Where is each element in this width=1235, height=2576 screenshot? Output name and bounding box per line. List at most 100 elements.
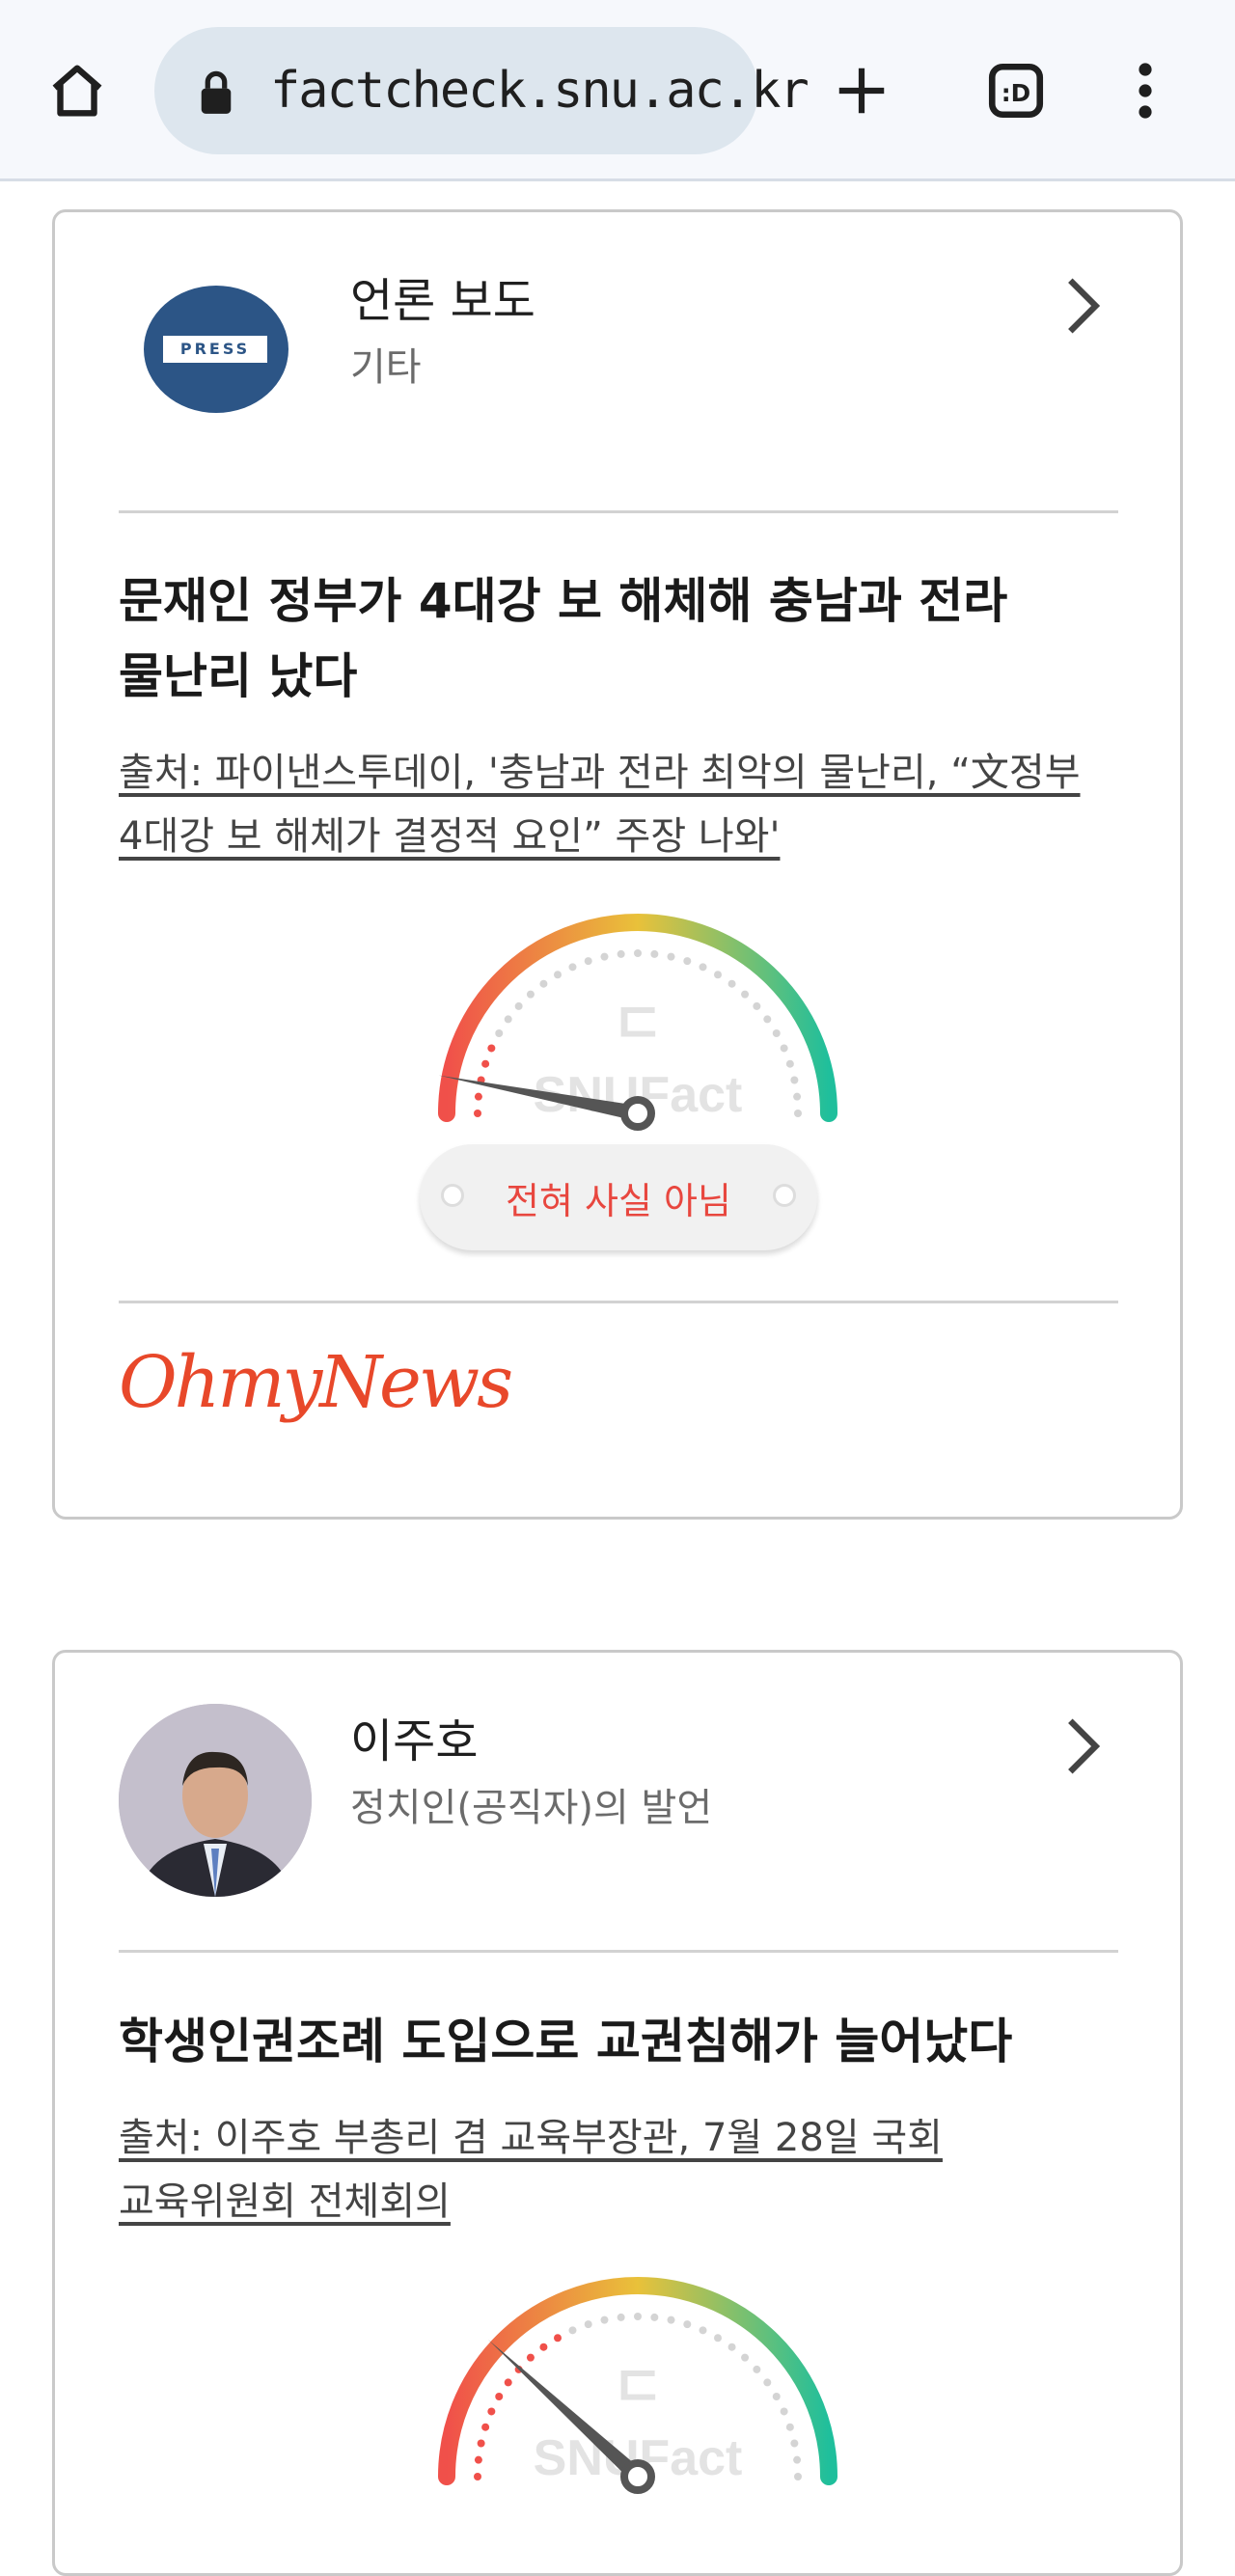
source-line: 출처: 파이낸스투데이, '충남과 전라 최악의 물난리, “文정부 [119,751,1081,795]
gauge-dot [584,957,592,966]
gauge-dot [785,1059,794,1068]
gauge-dot [667,2316,675,2324]
plus-icon [838,68,885,114]
pill-dot [441,1184,464,1207]
gauge-dot [568,963,577,972]
divider [119,1950,1118,1953]
source-link[interactable]: 출처: 이주호 부총리 겸 교육부장관, 7월 28일 국회 교육위원회 전체회… [119,2106,1122,2233]
source-line: 4대강 보 해체가 결정적 요인” 주장 나와' [119,814,781,859]
gauge-logo-mark: ㄷ [611,2354,664,2422]
gauge-dot [650,2313,659,2321]
gauge-dot [600,952,609,961]
gauge-dot [474,1092,482,1101]
gauge-dot [495,2393,504,2400]
gauge-dot [477,2439,485,2448]
source-link[interactable]: 출처: 파이낸스투데이, '충남과 전라 최악의 물난리, “文정부 4대강 보… [119,741,1122,868]
gauge-dot [794,2473,802,2480]
gauge-hub [620,2459,655,2494]
gauge-dot [514,1001,523,1010]
more-vert-icon [1139,63,1152,119]
source-line: 교육위원회 전체회의 [119,2179,451,2224]
gauge-dot [780,1044,788,1053]
home-icon [52,65,102,117]
gauge-dot [714,2334,722,2343]
truth-gauge: SNUFactㄷ [438,914,837,1131]
gauge-dot [753,2365,761,2373]
gauge-dot [699,2326,707,2335]
home-button[interactable] [29,42,125,139]
gauge-dot [474,2455,482,2464]
gauge-dot [793,2455,802,2464]
press-logo-label: PRESS [163,336,267,363]
chevron-right-icon[interactable] [1053,1713,1111,1780]
url-text: factcheck.snu.ac.kr [270,62,810,120]
gauge-dot [474,1110,481,1117]
browser-toolbar: factcheck.snu.ac.kr :D [0,0,1235,181]
gauge-dot [584,2320,592,2329]
gauge-dot [790,1076,799,1084]
gauge-dot [617,949,625,958]
gauge-dot [683,2320,692,2329]
tab-switcher-icon: :D [988,63,1044,119]
gauge-dot [487,1044,496,1053]
gauge-dot [753,1001,761,1010]
gauge-dot [727,979,736,988]
claim-title[interactable]: 학생인권조례 도입으로 교권침해가 늘어났다 [119,2004,1084,2079]
gauge-dot [481,1059,490,1068]
divider [119,1301,1118,1303]
claim-title[interactable]: 문재인 정부가 4대강 보 해체해 충남과 전라 물난리 났다 [119,563,1084,714]
gauge-dot [634,2313,642,2320]
gauge-dot [568,2326,577,2335]
gauge-dot [727,2343,736,2351]
gauge-dot [790,2439,799,2448]
gauge-dot [526,990,535,999]
gauge-dot [714,971,722,979]
claim-line: 학생인권조례 도입으로 교권침해가 늘어났다 [119,2014,1013,2069]
gauge-dot [763,1015,772,1024]
gauge-dot [504,1015,512,1024]
media-logo[interactable]: OhmyNews [119,1341,513,1424]
gauge-dot [793,1092,802,1101]
verdict-badge: 전혀 사실 아님 [420,1144,817,1250]
factcheck-card[interactable]: 이주호 정치인(공직자)의 발언 학생인권조례 도입으로 교권침해가 늘어났다 … [52,1650,1183,2576]
speaker-name[interactable]: 언론 보도 [350,262,535,330]
gauge-dot [780,2407,788,2416]
gauge-dot [741,2353,750,2362]
gauge-dot [683,957,692,966]
speaker-name[interactable]: 이주호 [350,1703,478,1770]
more-menu-button[interactable] [1097,42,1194,139]
chevron-right-icon[interactable] [1053,272,1111,340]
gauge-dot [763,2378,772,2387]
gauge-dot [600,2316,609,2324]
gauge-dot [650,949,659,958]
tab-switcher-button[interactable]: :D [968,42,1064,139]
gauge-dot [772,1029,781,1037]
lock-icon [201,70,232,114]
svg-text::D: :D [1002,79,1030,107]
gauge-dot [667,952,675,961]
gauge-dot [554,2334,562,2343]
gauge-dot [785,2423,794,2431]
pill-dot [773,1184,796,1207]
gauge-dot [495,1029,504,1037]
gauge-dot [487,2407,496,2416]
gauge-dot [617,2313,625,2321]
gauge-dot [554,971,562,979]
speaker-photo [119,1704,312,1897]
gauge-logo-mark: ㄷ [611,991,664,1058]
gauge-dot [474,2473,481,2480]
factcheck-card[interactable]: PRESS 언론 보도 기타 문재인 정부가 4대강 보 해체해 충남과 전라 … [52,209,1183,1520]
gauge-dot [634,949,642,957]
claim-line: 문재인 정부가 4대강 보 해체해 충남과 전라 [119,573,1008,629]
gauge-hub [620,1096,655,1131]
divider [119,510,1118,513]
gauge-dot [772,2393,781,2400]
claim-line: 물난리 났다 [119,648,358,704]
gauge-dot [481,2423,490,2431]
gauge-dot [699,963,707,972]
press-avatar: PRESS [144,286,288,413]
gauge-dot [539,2343,548,2351]
address-bar[interactable]: factcheck.snu.ac.kr [154,27,810,154]
source-line: 출처: 이주호 부총리 겸 교육부장관, 7월 28일 국회 [119,2116,943,2160]
new-tab-button[interactable] [813,42,910,139]
